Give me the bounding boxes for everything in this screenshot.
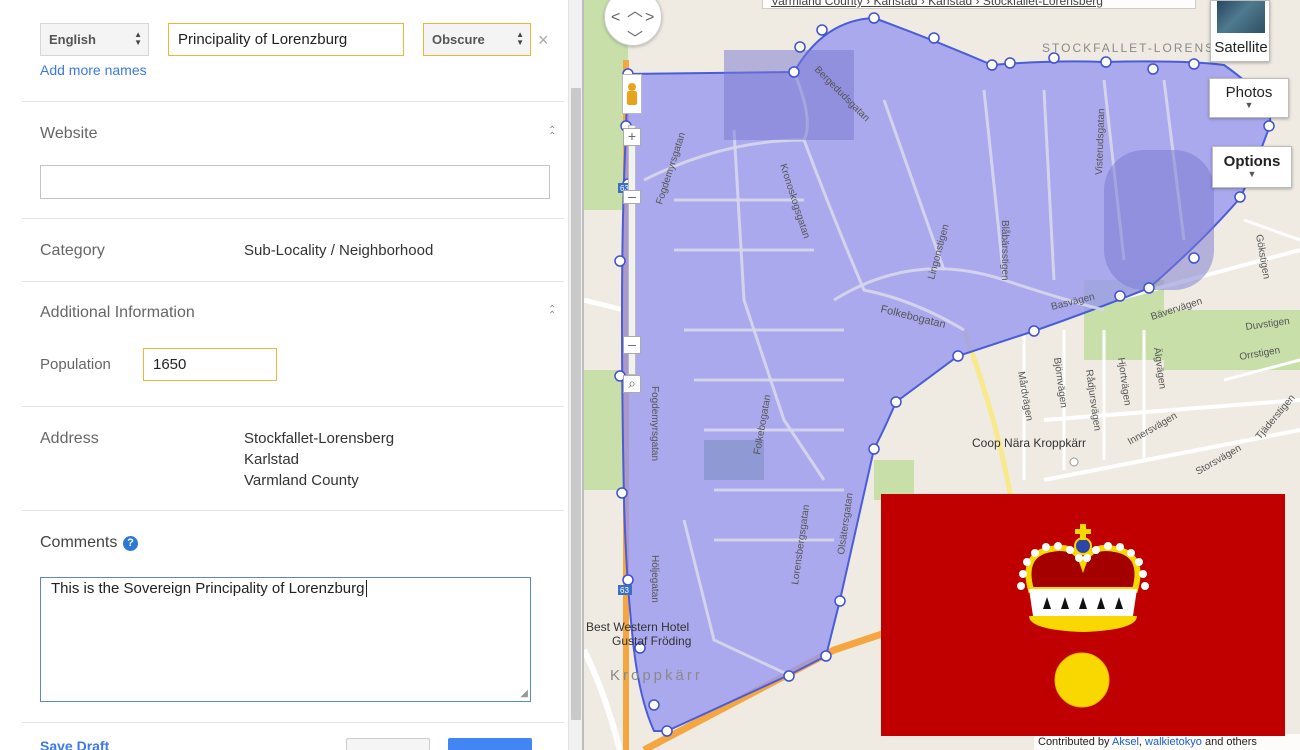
edit-panel: English ▲ ▼ Principality of Lorenzburg Ob… — [0, 0, 584, 750]
panel-scrollbar[interactable] — [568, 0, 582, 750]
comments-textarea[interactable]: This is the Sovereign Principality of Lo… — [40, 577, 531, 702]
comments-text: This is the Sovereign Principality of Lo… — [51, 580, 365, 597]
population-input[interactable]: 1650 — [143, 348, 277, 381]
street-label-bjornvagen: Björnvägen — [1051, 357, 1069, 409]
attribution-user-link[interactable]: walkietokyo — [1145, 736, 1202, 748]
street-label-gokstigen: Gökstigen — [1253, 234, 1272, 280]
divider — [22, 101, 564, 102]
options-button[interactable]: Options ▼ — [1212, 146, 1292, 188]
language-select[interactable]: English ▲ ▼ — [40, 23, 149, 56]
options-caret-icon: ▼ — [1247, 169, 1257, 179]
resize-handle-icon[interactable]: ◢ — [520, 688, 528, 699]
pegman-icon[interactable] — [622, 74, 642, 114]
photos-caret-icon: ▼ — [1244, 100, 1254, 110]
flag-disc — [1054, 652, 1110, 708]
divider — [22, 218, 564, 219]
flag-emblem — [1017, 524, 1149, 708]
visibility-value: Obscure — [432, 32, 485, 47]
category-label: Category — [40, 242, 105, 259]
zoom-out-icon[interactable]: – — [623, 336, 641, 354]
save-draft-link[interactable]: Save Draft — [40, 738, 109, 750]
help-icon[interactable]: ? — [123, 536, 138, 551]
pan-up-icon[interactable]: ︿ — [627, 0, 643, 21]
lake-area — [1104, 150, 1214, 290]
address-line: Karlstad — [244, 451, 300, 468]
poi-marker-icon[interactable] — [1069, 457, 1079, 467]
collapse-additional-icon[interactable]: ⌃ ⌃ — [548, 305, 556, 321]
crown-orb — [1074, 537, 1092, 555]
visibility-select[interactable]: Obscure ▲ ▼ — [423, 23, 531, 56]
select-arrows-icon: ▲ ▼ — [134, 30, 142, 47]
additional-info-label: Additional Information — [40, 304, 195, 321]
principality-flag — [881, 494, 1285, 736]
crown-cross — [1075, 529, 1091, 534]
add-more-names-link[interactable]: Add more names — [40, 62, 147, 78]
photos-label: Photos — [1225, 84, 1273, 101]
website-input[interactable] — [40, 165, 550, 199]
street-label-hjortvagen: Hjortvägen — [1115, 357, 1133, 406]
divider — [22, 281, 564, 282]
address-line: Stockfallet-Lorensberg — [244, 430, 395, 447]
satellite-label: Satellite — [1214, 39, 1268, 56]
satellite-button[interactable]: Satellite — [1210, 0, 1270, 62]
scrollbar-thumb[interactable] — [571, 88, 581, 720]
pan-left-icon[interactable]: < — [611, 9, 620, 27]
comments-label: Comments — [40, 534, 118, 551]
e63-label: 63 — [620, 586, 629, 595]
map-breadcrumb[interactable]: Varmland County › Karlstad › Karlstad › … — [762, 0, 1196, 9]
options-label: Options — [1223, 153, 1281, 170]
attribution-user-link[interactable]: Aksel — [1112, 736, 1139, 748]
road — [584, 648, 623, 750]
street-label-holjegatan: Höljegatan — [649, 555, 660, 603]
street-label-blabarsstigen: Blåbärsstigen — [999, 220, 1011, 281]
street-label-mardvagen: Mårdvägen — [1015, 370, 1036, 421]
category-value[interactable]: Sub-Locality / Neighborhood — [244, 240, 433, 261]
street-label-fogdemyrsgatan-south: Fogdemyrsgatan — [649, 386, 660, 461]
road — [584, 297, 625, 313]
street-label-innersvagen: Innersvägen — [1126, 411, 1179, 448]
website-label: Website — [40, 125, 98, 142]
population-label: Population — [40, 356, 111, 373]
street-label-radjursvagen: Rådjursvägen — [1083, 369, 1103, 432]
pan-down-icon[interactable]: ﹀ — [627, 25, 643, 49]
area-label-stockfallet: STOCKFALLET-LORENS — [1042, 41, 1215, 55]
name-input[interactable]: Principality of Lorenzburg — [168, 23, 404, 56]
lake-area — [724, 50, 854, 140]
crown-base — [1029, 616, 1137, 632]
park-area — [584, 370, 624, 490]
satellite-thumbnail — [1217, 1, 1265, 33]
attribution-suffix: and others — [1204, 736, 1257, 748]
cancel-button[interactable] — [346, 738, 430, 750]
text-cursor — [365, 580, 367, 597]
address-label: Address — [40, 430, 99, 447]
attribution-prefix: Contributed by — [1038, 736, 1110, 748]
address-line: Varmland County — [244, 472, 359, 489]
poi-label-hotel: Best Western Hotel — [586, 620, 689, 634]
road — [961, 329, 1017, 521]
photos-button[interactable]: Photos ▼ — [1209, 78, 1289, 118]
area-label-kroppkarr: Kroppkärr — [610, 667, 703, 684]
divider — [22, 722, 564, 723]
zoom-in-icon[interactable]: + — [623, 128, 641, 146]
address-value[interactable]: Stockfallet-Lorensberg Karlstad Varmland… — [244, 428, 394, 491]
select-arrows-icon: ▲ ▼ — [516, 30, 524, 47]
collapse-website-icon[interactable]: ⌃ ⌃ — [548, 126, 556, 142]
divider — [22, 406, 564, 407]
divider — [22, 510, 564, 511]
language-value: English — [49, 32, 96, 47]
street-label-visterudsgatan: Visterudsgatan — [1094, 108, 1107, 175]
save-button[interactable] — [448, 738, 532, 750]
remove-name-icon[interactable]: × — [538, 30, 549, 51]
map-attribution: Contributed by Aksel, walkietokyo and ot… — [1034, 734, 1300, 750]
zoom-handle[interactable]: – — [623, 189, 641, 204]
poi-label-coop: Coop Nära Kroppkärr — [972, 436, 1086, 450]
poi-label-hotel-2: Gustaf Fröding — [612, 634, 691, 648]
pan-right-icon[interactable]: > — [645, 9, 654, 27]
zoom-box-icon[interactable]: ⌕ — [623, 375, 641, 393]
